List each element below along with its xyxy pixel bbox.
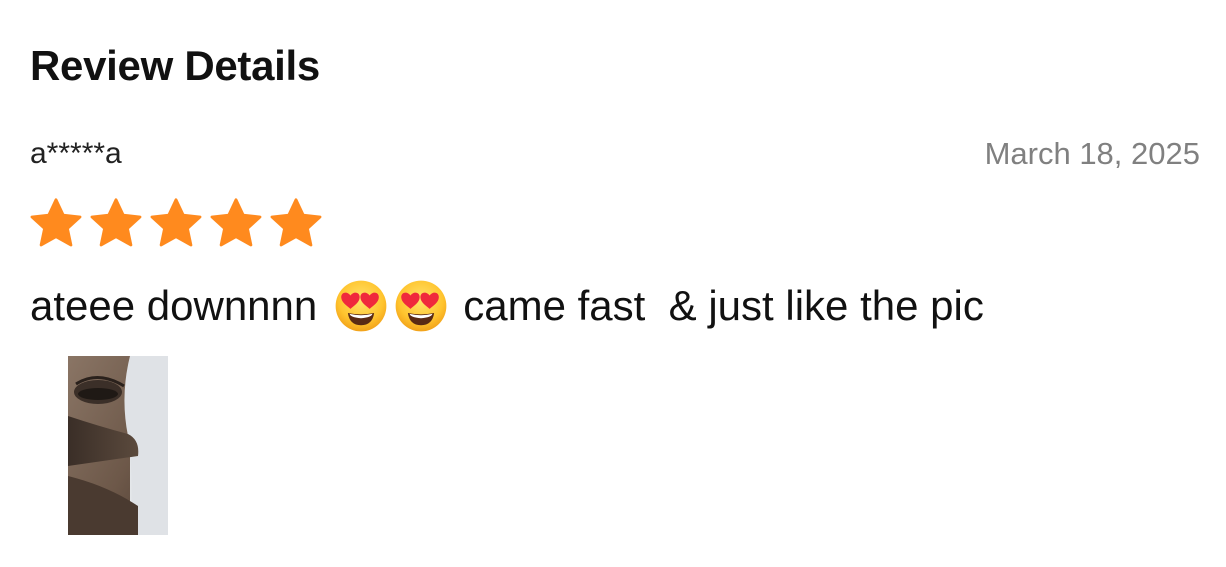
reviewer-row: a*****a March 18, 2025 xyxy=(30,134,1200,174)
review-photo-image xyxy=(68,356,168,535)
emoji-group xyxy=(333,278,449,334)
star-icon xyxy=(150,198,202,247)
reviewer-name: a*****a xyxy=(30,137,122,170)
star-rating xyxy=(28,196,324,252)
review-text: ateee downnnn came fast & just like the … xyxy=(30,276,984,336)
star-icon xyxy=(30,198,82,247)
star-icon xyxy=(210,198,262,247)
review-date: March 18, 2025 xyxy=(984,136,1200,171)
star-icon xyxy=(90,198,142,247)
heart-eyes-emoji-icon xyxy=(335,280,387,332)
review-text-start: ateee downnnn xyxy=(30,282,318,329)
review-photo-thumbnail[interactable] xyxy=(68,356,168,535)
heart-eyes-emoji-icon xyxy=(395,280,447,332)
page-title: Review Details xyxy=(30,42,320,89)
review-text-end: came fast & just like the pic xyxy=(463,282,984,329)
star-icon xyxy=(270,198,322,247)
